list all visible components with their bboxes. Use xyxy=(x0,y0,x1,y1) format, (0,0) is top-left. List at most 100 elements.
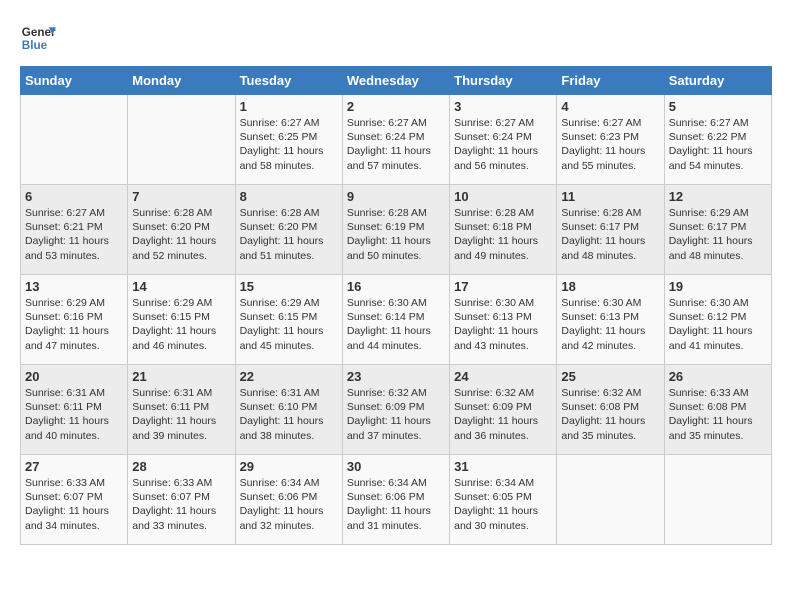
calendar-cell xyxy=(664,455,771,545)
day-info: Sunrise: 6:27 AM Sunset: 6:25 PM Dayligh… xyxy=(240,116,338,173)
calendar-table: SundayMondayTuesdayWednesdayThursdayFrid… xyxy=(20,66,772,545)
calendar-cell: 26 Sunrise: 6:33 AM Sunset: 6:08 PM Dayli… xyxy=(664,365,771,455)
day-number: 27 xyxy=(25,459,123,474)
day-number: 12 xyxy=(669,189,767,204)
day-number: 28 xyxy=(132,459,230,474)
weekday-header-saturday: Saturday xyxy=(664,67,771,95)
day-info: Sunrise: 6:28 AM Sunset: 6:19 PM Dayligh… xyxy=(347,206,445,263)
day-info: Sunrise: 6:27 AM Sunset: 6:24 PM Dayligh… xyxy=(347,116,445,173)
day-info: Sunrise: 6:28 AM Sunset: 6:20 PM Dayligh… xyxy=(132,206,230,263)
day-number: 31 xyxy=(454,459,552,474)
page-header: General Blue xyxy=(20,20,772,56)
week-row-3: 13 Sunrise: 6:29 AM Sunset: 6:16 PM Dayli… xyxy=(21,275,772,365)
day-info: Sunrise: 6:29 AM Sunset: 6:16 PM Dayligh… xyxy=(25,296,123,353)
calendar-cell: 16 Sunrise: 6:30 AM Sunset: 6:14 PM Dayli… xyxy=(342,275,449,365)
day-info: Sunrise: 6:28 AM Sunset: 6:18 PM Dayligh… xyxy=(454,206,552,263)
calendar-cell: 18 Sunrise: 6:30 AM Sunset: 6:13 PM Dayli… xyxy=(557,275,664,365)
calendar-cell: 13 Sunrise: 6:29 AM Sunset: 6:16 PM Dayli… xyxy=(21,275,128,365)
logo: General Blue xyxy=(20,20,56,56)
calendar-cell: 8 Sunrise: 6:28 AM Sunset: 6:20 PM Daylig… xyxy=(235,185,342,275)
calendar-cell: 29 Sunrise: 6:34 AM Sunset: 6:06 PM Dayli… xyxy=(235,455,342,545)
week-row-1: 1 Sunrise: 6:27 AM Sunset: 6:25 PM Daylig… xyxy=(21,95,772,185)
day-info: Sunrise: 6:30 AM Sunset: 6:14 PM Dayligh… xyxy=(347,296,445,353)
day-number: 11 xyxy=(561,189,659,204)
calendar-cell xyxy=(557,455,664,545)
day-info: Sunrise: 6:28 AM Sunset: 6:17 PM Dayligh… xyxy=(561,206,659,263)
week-row-4: 20Sunrise: 6:31 AM Sunset: 6:11 PM Dayli… xyxy=(21,365,772,455)
day-info: Sunrise: 6:34 AM Sunset: 6:06 PM Dayligh… xyxy=(347,476,445,533)
day-info: Sunrise: 6:29 AM Sunset: 6:15 PM Dayligh… xyxy=(132,296,230,353)
calendar-cell: 2 Sunrise: 6:27 AM Sunset: 6:24 PM Daylig… xyxy=(342,95,449,185)
day-info: Sunrise: 6:27 AM Sunset: 6:22 PM Dayligh… xyxy=(669,116,767,173)
weekday-header-monday: Monday xyxy=(128,67,235,95)
calendar-cell: 9 Sunrise: 6:28 AM Sunset: 6:19 PM Daylig… xyxy=(342,185,449,275)
calendar-cell: 15 Sunrise: 6:29 AM Sunset: 6:15 PM Dayli… xyxy=(235,275,342,365)
calendar-cell: 27Sunrise: 6:33 AM Sunset: 6:07 PM Dayli… xyxy=(21,455,128,545)
day-info: Sunrise: 6:31 AM Sunset: 6:11 PM Dayligh… xyxy=(132,386,230,443)
svg-text:Blue: Blue xyxy=(22,39,48,52)
calendar-cell: 7 Sunrise: 6:28 AM Sunset: 6:20 PM Daylig… xyxy=(128,185,235,275)
day-number: 5 xyxy=(669,99,767,114)
day-number: 16 xyxy=(347,279,445,294)
day-number: 29 xyxy=(240,459,338,474)
day-info: Sunrise: 6:30 AM Sunset: 6:13 PM Dayligh… xyxy=(561,296,659,353)
day-number: 1 xyxy=(240,99,338,114)
day-number: 4 xyxy=(561,99,659,114)
calendar-cell: 10 Sunrise: 6:28 AM Sunset: 6:18 PM Dayli… xyxy=(450,185,557,275)
day-info: Sunrise: 6:29 AM Sunset: 6:15 PM Dayligh… xyxy=(240,296,338,353)
day-number: 9 xyxy=(347,189,445,204)
weekday-header-sunday: Sunday xyxy=(21,67,128,95)
day-info: Sunrise: 6:28 AM Sunset: 6:20 PM Dayligh… xyxy=(240,206,338,263)
day-number: 19 xyxy=(669,279,767,294)
day-number: 24 xyxy=(454,369,552,384)
day-number: 7 xyxy=(132,189,230,204)
day-number: 25 xyxy=(561,369,659,384)
day-number: 22 xyxy=(240,369,338,384)
weekday-header-friday: Friday xyxy=(557,67,664,95)
day-info: Sunrise: 6:27 AM Sunset: 6:24 PM Dayligh… xyxy=(454,116,552,173)
day-info: Sunrise: 6:32 AM Sunset: 6:09 PM Dayligh… xyxy=(454,386,552,443)
calendar-cell: 28Sunrise: 6:33 AM Sunset: 6:07 PM Dayli… xyxy=(128,455,235,545)
day-info: Sunrise: 6:29 AM Sunset: 6:17 PM Dayligh… xyxy=(669,206,767,263)
calendar-cell: 19Sunrise: 6:30 AM Sunset: 6:12 PM Dayli… xyxy=(664,275,771,365)
calendar-cell: 24 Sunrise: 6:32 AM Sunset: 6:09 PM Dayli… xyxy=(450,365,557,455)
day-info: Sunrise: 6:33 AM Sunset: 6:08 PM Dayligh… xyxy=(669,386,767,443)
calendar-cell: 23 Sunrise: 6:32 AM Sunset: 6:09 PM Dayli… xyxy=(342,365,449,455)
calendar-cell: 22Sunrise: 6:31 AM Sunset: 6:10 PM Dayli… xyxy=(235,365,342,455)
day-number: 17 xyxy=(454,279,552,294)
calendar-cell: 20Sunrise: 6:31 AM Sunset: 6:11 PM Dayli… xyxy=(21,365,128,455)
week-row-2: 6Sunrise: 6:27 AM Sunset: 6:21 PM Daylig… xyxy=(21,185,772,275)
day-number: 30 xyxy=(347,459,445,474)
day-info: Sunrise: 6:32 AM Sunset: 6:08 PM Dayligh… xyxy=(561,386,659,443)
day-info: Sunrise: 6:30 AM Sunset: 6:13 PM Dayligh… xyxy=(454,296,552,353)
day-info: Sunrise: 6:34 AM Sunset: 6:05 PM Dayligh… xyxy=(454,476,552,533)
weekday-header-row: SundayMondayTuesdayWednesdayThursdayFrid… xyxy=(21,67,772,95)
day-number: 18 xyxy=(561,279,659,294)
day-number: 10 xyxy=(454,189,552,204)
calendar-cell: 5 Sunrise: 6:27 AM Sunset: 6:22 PM Daylig… xyxy=(664,95,771,185)
weekday-header-tuesday: Tuesday xyxy=(235,67,342,95)
calendar-cell xyxy=(21,95,128,185)
day-number: 15 xyxy=(240,279,338,294)
calendar-cell: 1 Sunrise: 6:27 AM Sunset: 6:25 PM Daylig… xyxy=(235,95,342,185)
day-number: 8 xyxy=(240,189,338,204)
day-info: Sunrise: 6:32 AM Sunset: 6:09 PM Dayligh… xyxy=(347,386,445,443)
day-info: Sunrise: 6:27 AM Sunset: 6:23 PM Dayligh… xyxy=(561,116,659,173)
day-number: 13 xyxy=(25,279,123,294)
calendar-cell: 21 Sunrise: 6:31 AM Sunset: 6:11 PM Dayli… xyxy=(128,365,235,455)
calendar-cell: 17 Sunrise: 6:30 AM Sunset: 6:13 PM Dayli… xyxy=(450,275,557,365)
calendar-cell: 11 Sunrise: 6:28 AM Sunset: 6:17 PM Dayli… xyxy=(557,185,664,275)
calendar-cell: 31 Sunrise: 6:34 AM Sunset: 6:05 PM Dayli… xyxy=(450,455,557,545)
day-info: Sunrise: 6:34 AM Sunset: 6:06 PM Dayligh… xyxy=(240,476,338,533)
day-info: Sunrise: 6:31 AM Sunset: 6:11 PM Dayligh… xyxy=(25,386,123,443)
day-number: 26 xyxy=(669,369,767,384)
day-number: 23 xyxy=(347,369,445,384)
day-number: 14 xyxy=(132,279,230,294)
calendar-cell: 25 Sunrise: 6:32 AM Sunset: 6:08 PM Dayli… xyxy=(557,365,664,455)
calendar-cell: 12 Sunrise: 6:29 AM Sunset: 6:17 PM Dayli… xyxy=(664,185,771,275)
week-row-5: 27Sunrise: 6:33 AM Sunset: 6:07 PM Dayli… xyxy=(21,455,772,545)
calendar-cell xyxy=(128,95,235,185)
day-number: 21 xyxy=(132,369,230,384)
day-number: 2 xyxy=(347,99,445,114)
calendar-cell: 6Sunrise: 6:27 AM Sunset: 6:21 PM Daylig… xyxy=(21,185,128,275)
